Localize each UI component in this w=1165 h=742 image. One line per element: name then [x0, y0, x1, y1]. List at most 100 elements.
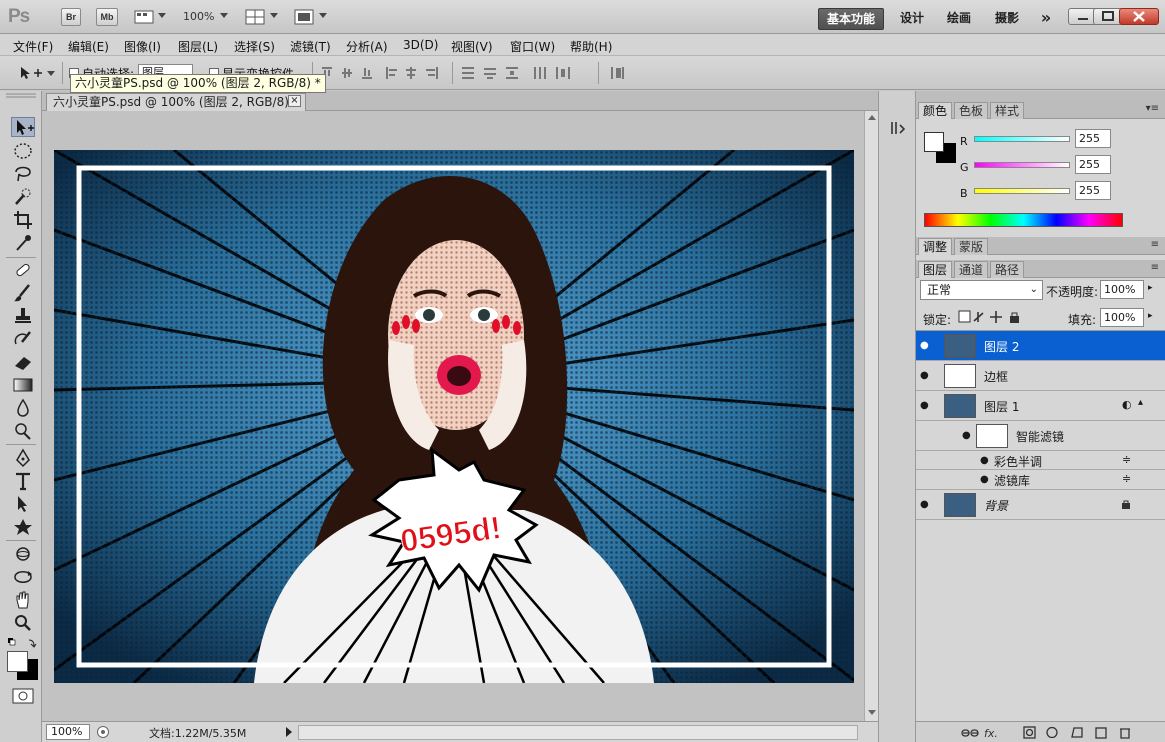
crop-tool[interactable] [11, 210, 35, 230]
filter-options-icon[interactable]: ≑ [1122, 472, 1131, 485]
screen-mode-icon[interactable] [293, 8, 315, 26]
visibility-eye-icon[interactable]: ● [920, 370, 929, 381]
zoom-tool[interactable] [11, 613, 35, 633]
history-panel-icon[interactable] [889, 119, 907, 137]
layer-row[interactable]: ● 智能滤镜 [916, 421, 1165, 451]
custom-shape-tool[interactable] [11, 517, 35, 537]
layer-name[interactable]: 滤镜库 [994, 472, 1030, 489]
chevron-down-icon[interactable] [47, 71, 55, 76]
tab-paths[interactable]: 路径 [990, 261, 1025, 278]
3d-orbit-tool[interactable] [11, 567, 35, 587]
tab-styles[interactable]: 样式 [990, 102, 1025, 119]
arrange-documents-icon[interactable] [244, 8, 266, 26]
distribute-buttons-icon[interactable] [460, 65, 585, 81]
document-image[interactable]: 0595d! [54, 150, 854, 683]
close-document-button[interactable]: × [288, 95, 301, 107]
color-spectrum-bar[interactable] [924, 213, 1123, 227]
marquee-tool[interactable] [11, 141, 35, 161]
panel-menu-icon[interactable]: ▾≡ [1146, 103, 1159, 114]
quick-mask-icon[interactable] [12, 688, 34, 704]
menu-file[interactable]: 文件(F) [13, 38, 53, 55]
lock-options-icon[interactable] [958, 310, 1022, 324]
menu-3d[interactable]: 3D(D) [403, 38, 438, 52]
layer-row[interactable]: ● 边框 [916, 361, 1165, 391]
status-menu-arrow-icon[interactable] [284, 726, 294, 738]
move-tool-preset-icon[interactable] [18, 65, 46, 81]
clone-stamp-tool[interactable] [11, 306, 35, 326]
launch-bridge-button[interactable]: Br [61, 8, 81, 26]
tab-layers[interactable]: 图层 [918, 261, 953, 278]
visibility-eye-icon[interactable]: ● [920, 400, 929, 411]
document-tab[interactable]: 六小灵童PS.psd @ 100% (图层 2, RGB/8) * [46, 93, 306, 111]
default-colors-icon[interactable] [7, 637, 37, 649]
panel-menu-icon[interactable]: ≡ [1151, 262, 1159, 273]
slider-b[interactable] [974, 188, 1070, 194]
visibility-eye-icon[interactable]: ● [980, 455, 989, 466]
history-brush-tool[interactable] [11, 329, 35, 349]
layer-name[interactable]: 智能滤镜 [1016, 428, 1064, 445]
pen-tool[interactable] [11, 448, 35, 468]
workspace-painting[interactable]: 绘画 [941, 8, 977, 30]
tab-masks[interactable]: 蒙版 [954, 238, 989, 255]
color-panel-foreground-swatch[interactable] [924, 132, 944, 152]
quick-selection-tool[interactable] [11, 187, 35, 207]
layer-name[interactable]: 图层 2 [984, 338, 1019, 355]
more-workspaces-button[interactable]: » [1035, 8, 1057, 30]
gradient-tool[interactable] [11, 375, 35, 395]
blur-tool[interactable] [11, 398, 35, 418]
opacity-field[interactable]: 100% [1100, 280, 1144, 299]
menu-select[interactable]: 选择(S) [234, 38, 275, 55]
auto-align-layers-icon[interactable] [608, 65, 628, 81]
menu-image[interactable]: 图像(I) [124, 38, 161, 55]
dodge-tool[interactable] [11, 421, 35, 441]
visibility-eye-icon[interactable]: ● [920, 340, 929, 351]
expand-arrow-icon[interactable]: ▴ [1138, 397, 1143, 408]
slider-g[interactable] [974, 162, 1070, 168]
tab-color[interactable]: 颜色 [918, 102, 953, 119]
panel-dock-header[interactable] [916, 91, 1165, 101]
menu-help[interactable]: 帮助(H) [570, 38, 612, 55]
zoom-level[interactable]: 100% [183, 10, 214, 23]
filter-options-icon[interactable]: ≑ [1122, 453, 1131, 466]
fill-field[interactable]: 100% [1100, 308, 1144, 327]
workspace-photography[interactable]: 摄影 [989, 8, 1025, 30]
layer-name[interactable]: 边框 [984, 368, 1008, 385]
layer-row[interactable]: ● 背景 [916, 490, 1165, 520]
layer-row[interactable]: ● 彩色半调 ≑ [916, 451, 1165, 470]
tab-adjustments[interactable]: 调整 [918, 238, 953, 255]
menu-window[interactable]: 窗口(W) [510, 38, 555, 55]
chevron-down-icon[interactable] [220, 13, 228, 18]
brush-tool[interactable] [11, 283, 35, 303]
horizontal-scrollbar[interactable] [298, 725, 858, 740]
layer-name[interactable]: 图层 1 [984, 398, 1019, 415]
layer-name[interactable]: 背景 [984, 497, 1008, 514]
menu-filter[interactable]: 滤镜(T) [290, 38, 331, 55]
visibility-eye-icon[interactable]: ● [962, 430, 971, 441]
slider-r[interactable] [974, 136, 1070, 142]
3d-rotate-tool[interactable] [11, 544, 35, 564]
align-buttons-icon[interactable] [320, 65, 445, 81]
chevron-down-icon[interactable] [158, 13, 166, 18]
layer-actions-icon[interactable]: fx. [960, 725, 1160, 740]
opacity-arrow-icon[interactable]: ▸ [1148, 283, 1153, 293]
chevron-down-icon[interactable] [270, 13, 278, 18]
healing-brush-tool[interactable] [11, 260, 35, 280]
chevron-down-icon[interactable] [319, 13, 327, 18]
status-zoom-field[interactable]: 100% [46, 724, 90, 740]
view-extras-icon[interactable] [133, 8, 155, 26]
tab-channels[interactable]: 通道 [954, 261, 989, 278]
launch-minibridge-button[interactable]: Mb [96, 8, 118, 26]
panel-menu-icon[interactable]: ≡ [1151, 239, 1159, 250]
visibility-eye-icon[interactable]: ● [920, 499, 929, 510]
layer-row[interactable]: ● 滤镜库 ≑ [916, 470, 1165, 490]
menu-view[interactable]: 视图(V) [451, 38, 493, 55]
value-field-g[interactable]: 255 [1075, 155, 1111, 174]
visibility-eye-icon[interactable]: ● [980, 474, 989, 485]
close-window-button[interactable] [1119, 8, 1159, 25]
layer-row[interactable]: ● 图层 1 ◐ ▴ [916, 391, 1165, 421]
status-info-icon[interactable] [96, 725, 110, 739]
panel-grip-icon[interactable] [4, 93, 38, 99]
vertical-scrollbar[interactable] [864, 111, 878, 721]
fill-arrow-icon[interactable]: ▸ [1148, 311, 1153, 321]
tab-swatches[interactable]: 色板 [954, 102, 989, 119]
